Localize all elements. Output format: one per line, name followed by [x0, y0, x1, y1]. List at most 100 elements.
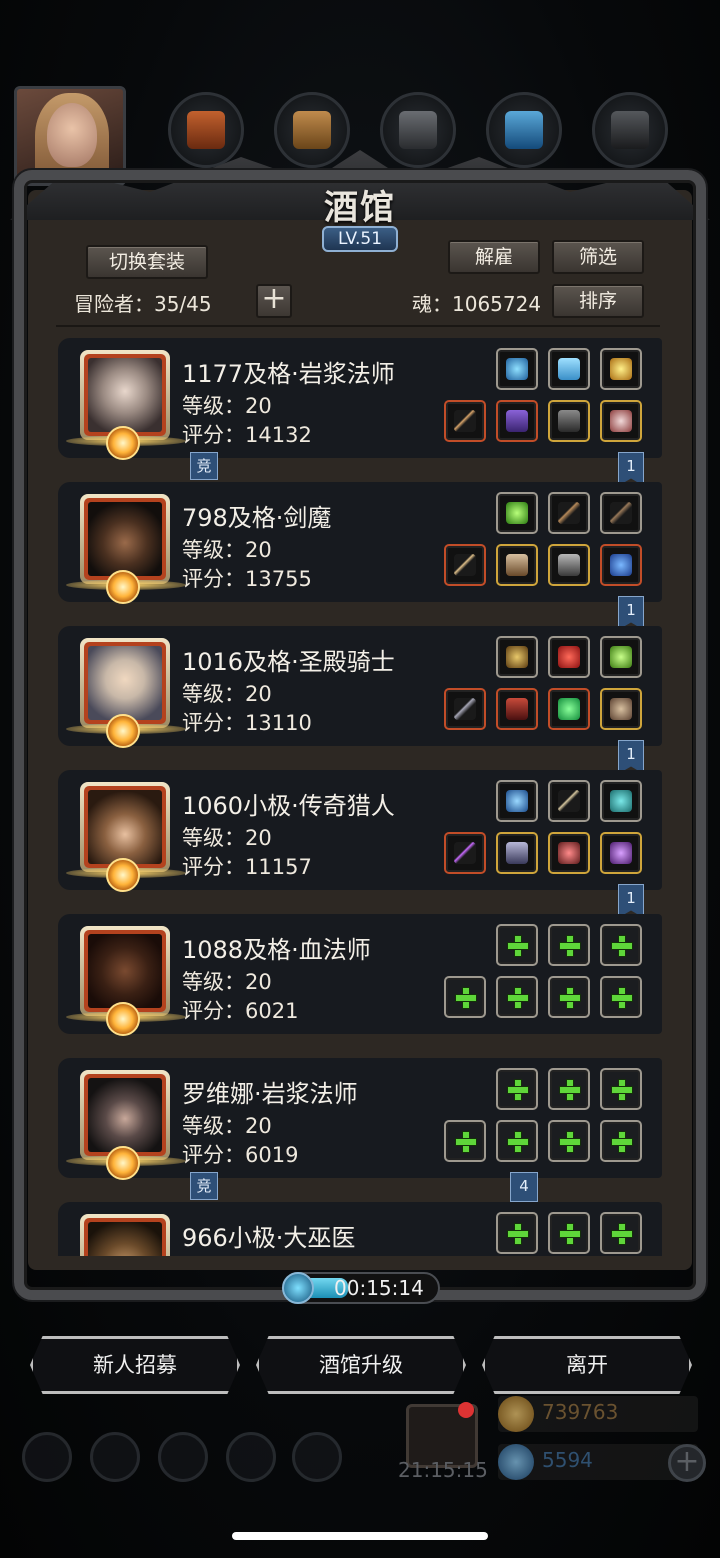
add-equipment-icon[interactable]: [444, 1120, 486, 1162]
chest-armor-icon[interactable]: [496, 832, 538, 874]
stone-icon[interactable]: [600, 780, 642, 822]
hammer-icon[interactable]: [444, 688, 486, 730]
player-portrait[interactable]: [14, 86, 126, 186]
mail-icon[interactable]: [226, 1432, 276, 1482]
switch-outfit-button[interactable]: 切换套装: [86, 245, 208, 279]
hero-score: 评分：6019: [182, 1143, 299, 1167]
gem-icon[interactable]: [548, 636, 590, 678]
hero-card[interactable]: 798及格·剑魔 等级：20 评分：13755: [58, 482, 662, 604]
hero-score: 评分：6021: [182, 999, 299, 1023]
add-equipment-icon[interactable]: [600, 1120, 642, 1162]
hero-card[interactable]: 1088及格·血法师 等级：20 评分：6021: [58, 914, 662, 1036]
lantern-icon[interactable]: [600, 636, 642, 678]
leave-button[interactable]: 离开: [482, 1336, 692, 1394]
dagger-icon[interactable]: [444, 832, 486, 874]
hero-card[interactable]: 1016及格·圣殿骑士 等级：20 评分：13110: [58, 626, 662, 748]
gold-icon: [498, 1396, 534, 1432]
bag-icon[interactable]: [292, 1432, 342, 1482]
guild-icon[interactable]: [158, 1432, 208, 1482]
shield-icon[interactable]: [548, 544, 590, 586]
hero-card[interactable]: 966小极·大巫医: [58, 1202, 662, 1256]
hero-level: 等级：20: [182, 1114, 272, 1138]
crossbow-icon[interactable]: [548, 492, 590, 534]
add-equipment-icon[interactable]: [548, 976, 590, 1018]
rank-ribbon: 1: [618, 740, 644, 774]
upgrade-tavern-button[interactable]: 酒馆升级: [256, 1336, 466, 1394]
ring-icon[interactable]: [600, 400, 642, 442]
settings-icon[interactable]: [22, 1432, 72, 1482]
hero-name: 1088及格·血法师: [182, 936, 371, 964]
ring-icon[interactable]: [600, 832, 642, 874]
filter-button[interactable]: 筛选: [552, 240, 644, 274]
hero-level: 等级：20: [182, 826, 272, 850]
hero-level: 等级：20: [182, 682, 272, 706]
lantern-icon[interactable]: [600, 348, 642, 390]
add-equipment-icon[interactable]: [496, 1068, 538, 1110]
hud-clock: 21:15:15: [398, 1458, 488, 1482]
hero-score: 评分：14132: [182, 423, 312, 447]
wood-icon[interactable]: [274, 92, 350, 168]
rank-ribbon: 1: [618, 452, 644, 486]
add-equipment-icon[interactable]: [600, 924, 642, 966]
add-equipment-icon[interactable]: [600, 976, 642, 1018]
hero-name: 1016及格·圣殿骑士: [182, 648, 395, 676]
hero-card[interactable]: 1177及格·岩浆法师 等级：20 评分：14132: [58, 338, 662, 460]
add-equipment-icon[interactable]: [496, 1212, 538, 1254]
divider: [56, 325, 660, 327]
gloves-icon[interactable]: [548, 348, 590, 390]
orb-icon[interactable]: [496, 780, 538, 822]
add-equipment-icon[interactable]: [548, 1068, 590, 1110]
add-equipment-icon[interactable]: [548, 924, 590, 966]
rank-sun-icon: [106, 1146, 140, 1180]
add-equipment-icon[interactable]: [548, 1120, 590, 1162]
cloak-icon[interactable]: [496, 688, 538, 730]
add-slot-button[interactable]: +: [256, 284, 292, 318]
home-indicator[interactable]: [232, 1532, 488, 1540]
hero-card[interactable]: 罗维娜·岩浆法师 等级：20 评分：6019: [58, 1058, 662, 1180]
iron-icon[interactable]: [380, 92, 456, 168]
hero-name: 罗维娜·岩浆法师: [182, 1080, 358, 1108]
add-equipment-icon[interactable]: [444, 976, 486, 1018]
add-equipment-icon[interactable]: [600, 1068, 642, 1110]
pauldron-icon[interactable]: [496, 544, 538, 586]
achievement-icon[interactable]: [90, 1432, 140, 1482]
rank-sun-icon: [106, 858, 140, 892]
bow-icon[interactable]: [548, 780, 590, 822]
add-equipment-icon[interactable]: [496, 976, 538, 1018]
hero-level: 等级：20: [182, 538, 272, 562]
potion-icon[interactable]: [496, 492, 538, 534]
hero-card[interactable]: 1060小极·传奇猎人 等级：20 评分：11157: [58, 770, 662, 892]
meat-icon[interactable]: [168, 92, 244, 168]
rank-sun-icon: [106, 426, 140, 460]
fire-button[interactable]: 解雇: [448, 240, 540, 274]
crystal-icon[interactable]: [486, 92, 562, 168]
orb-icon[interactable]: [496, 348, 538, 390]
clock-icon: [282, 1272, 314, 1304]
sword-icon[interactable]: [444, 544, 486, 586]
add-equipment-icon[interactable]: [496, 924, 538, 966]
hero-score: 评分：11157: [182, 855, 312, 879]
armor-icon[interactable]: [496, 400, 538, 442]
sort-button[interactable]: 排序: [552, 284, 644, 318]
hero-list[interactable]: 1177及格·岩浆法师 等级：20 评分：14132 竞 1 798及格·剑魔 …: [58, 338, 662, 1256]
add-equipment-icon[interactable]: [496, 1120, 538, 1162]
mask-icon[interactable]: [496, 636, 538, 678]
count-tag: 4: [510, 1172, 538, 1202]
add-currency-button[interactable]: +: [668, 1444, 706, 1482]
emerald-icon[interactable]: [548, 688, 590, 730]
hero-level: 等级：20: [182, 394, 272, 418]
amulet-icon[interactable]: [600, 544, 642, 586]
recruit-button[interactable]: 新人招募: [30, 1336, 240, 1394]
helmet-icon[interactable]: [548, 400, 590, 442]
add-equipment-icon[interactable]: [600, 1212, 642, 1254]
rank-sun-icon: [106, 1002, 140, 1036]
hero-score: 评分：13110: [182, 711, 312, 735]
ore-icon[interactable]: [592, 92, 668, 168]
crossbow-icon[interactable]: [600, 492, 642, 534]
refresh-timer: 00:15:14: [282, 1272, 440, 1304]
staff-icon[interactable]: [444, 400, 486, 442]
witch-doctor-avatar[interactable]: [80, 1214, 170, 1256]
skull-icon[interactable]: [600, 688, 642, 730]
add-equipment-icon[interactable]: [548, 1212, 590, 1254]
necklace-icon[interactable]: [548, 832, 590, 874]
